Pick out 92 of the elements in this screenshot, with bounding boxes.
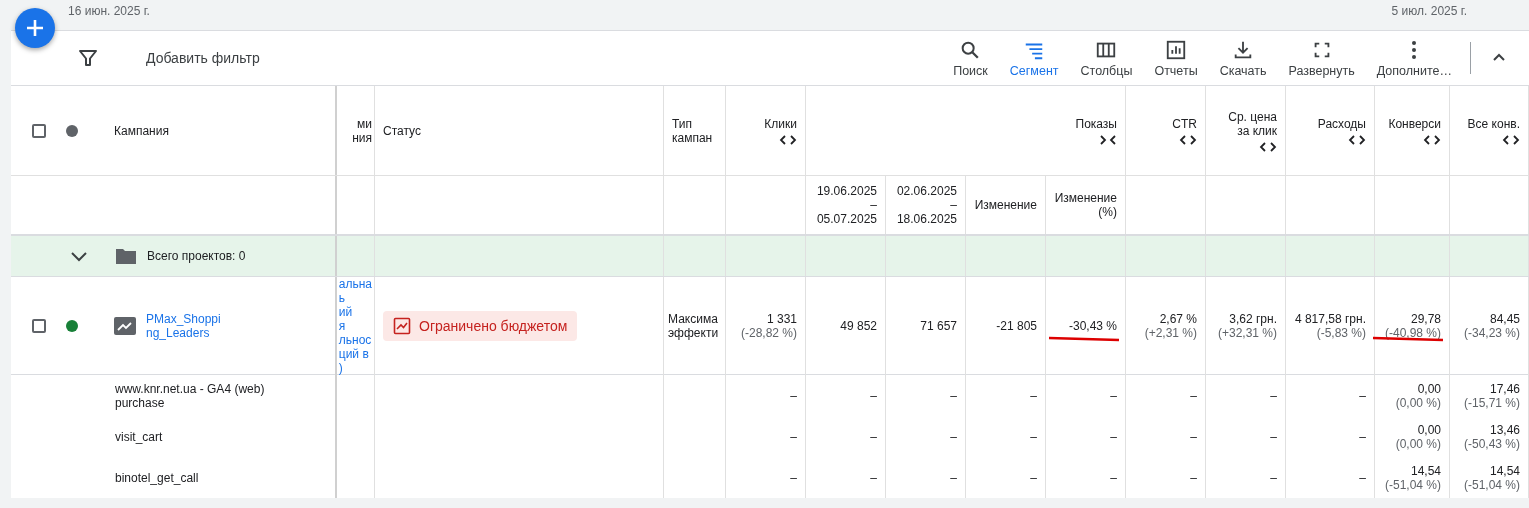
add-filter-link[interactable]: Добавить фильтр [146,50,260,66]
plus-icon [24,17,46,39]
metric-value: – [1030,429,1037,444]
folder-icon [115,247,137,265]
campaign-type-icon [114,317,136,335]
metric-value: 0,00 (0,00 %) [1395,422,1441,451]
filter-icon[interactable] [78,48,98,68]
column-header: 19.06.2025 – 05.07.2025 [816,184,877,226]
metric-value: 14,54 (-51,04 %) [1463,463,1520,492]
toolbar-button[interactable]: Сегмент [1005,38,1063,78]
conversion-name: visit_cart [115,429,163,444]
collapse-columns-icon[interactable] [1099,134,1117,145]
metric-value: 71 657 [920,319,957,333]
column-header[interactable]: CTR [1172,116,1197,131]
conversion-name: binotel_get_call [115,470,199,485]
metric-value: -30,43 % [1068,319,1117,333]
metric-value: – [1270,388,1277,403]
conversion-name: www.knr.net.ua - GA4 (web) purchase [115,381,265,410]
metric-value: 0,00 (0,00 %) [1395,381,1441,410]
metric-value: – [1110,429,1117,444]
metric-value: – [1190,429,1197,444]
column-header[interactable]: Показы [1075,116,1117,131]
metric-value: – [1030,470,1037,485]
column-header[interactable]: Ср. цена за клик [1228,109,1277,138]
metric-value: – [950,470,957,485]
chevron-icon[interactable] [70,250,88,262]
metric-value: 29,78 (-40,98 %) [1384,312,1441,340]
column-header: Изменение [974,198,1037,212]
toolbar-button[interactable]: Развернуть [1284,38,1359,78]
metric-value: – [1359,470,1366,485]
expand-columns-icon[interactable] [1259,141,1277,152]
metric-value: 1 331 (-28,82 %) [740,312,797,340]
column-header: Изменение (%) [1054,191,1117,219]
metric-value: – [1359,388,1366,403]
metric-value: 17,46 (-15,71 %) [1463,381,1520,410]
metric-value: 84,45 (-34,23 %) [1463,312,1520,340]
metric-value: – [870,429,877,444]
metric-value: 13,46 (-50,43 %) [1463,422,1520,451]
expand-columns-icon[interactable] [1348,134,1366,145]
bar-chart-icon [1165,38,1187,61]
add-button[interactable] [15,8,55,48]
chart-icon [393,317,411,335]
toolbar-button[interactable]: Скачать [1215,38,1271,78]
status-badge[interactable]: Ограничено бюджетом [383,311,578,341]
group-label: Всего проектов: 0 [147,249,246,263]
metric-value: – [950,429,957,444]
metric-value: – [1190,470,1197,485]
metric-value: -21 805 [996,319,1037,333]
metric-value: – [1270,429,1277,444]
column-header: Тип кампан [672,116,713,145]
toolbar-button[interactable]: Дополните… [1372,38,1456,78]
campaign-link[interactable]: PMax_Shoppi ng_Leaders [146,312,221,340]
select-all-checkbox[interactable] [32,123,46,138]
metric-value: – [1270,470,1277,485]
date-range-start: 16 июн. 2025 г. [68,4,150,18]
metric-value: – [790,470,797,485]
expand-columns-icon[interactable] [1179,134,1197,145]
metric-value: – [870,470,877,485]
metric-value: – [1110,388,1117,403]
metric-value: – [790,388,797,403]
column-header: Кампания [114,123,169,138]
status-dot [66,124,78,137]
metric-value: – [1030,388,1037,403]
expand-columns-icon[interactable] [1423,134,1441,145]
row-checkbox[interactable] [32,319,46,333]
campaign-type: Максима эффекти [668,312,719,340]
expand-columns-icon[interactable] [1502,134,1520,145]
expand-columns-icon[interactable] [779,134,797,145]
column-header[interactable]: Клики [764,116,797,131]
date-range-end: 5 июл. 2025 г. [1391,4,1467,18]
column-header: 02.06.2025 – 18.06.2025 [896,184,957,226]
campaign-text[interactable]: альна ь ий я льнос ций в ) [338,277,372,375]
metric-value: – [870,388,877,403]
metric-value: – [1359,429,1366,444]
metric-value: 4 817,58 грн. (-5,83 %) [1294,312,1366,340]
toolbar-button[interactable]: Отчеты [1150,38,1202,78]
metric-value: 3,62 грн. (+32,31 %) [1217,312,1277,340]
metric-value: – [1190,388,1197,403]
metric-value: 2,67 % (+2,31 %) [1144,312,1197,340]
toolbar-button[interactable]: Поиск [949,38,992,78]
toolbar-button[interactable]: Столбцы [1076,38,1137,78]
metric-value: – [1110,470,1117,485]
column-header: Статус [383,123,421,138]
metric-value: – [950,388,957,403]
column-header[interactable]: Все конв. [1467,116,1520,131]
metric-value: – [790,429,797,444]
metric-value: 14,54 (-51,04 %) [1384,463,1441,492]
column-header[interactable]: Конверси [1388,116,1441,131]
column-header: ми ния [352,116,372,145]
metric-value: 49 852 [840,319,877,333]
column-header[interactable]: Расходы [1317,116,1366,131]
more-icon [1411,39,1418,60]
